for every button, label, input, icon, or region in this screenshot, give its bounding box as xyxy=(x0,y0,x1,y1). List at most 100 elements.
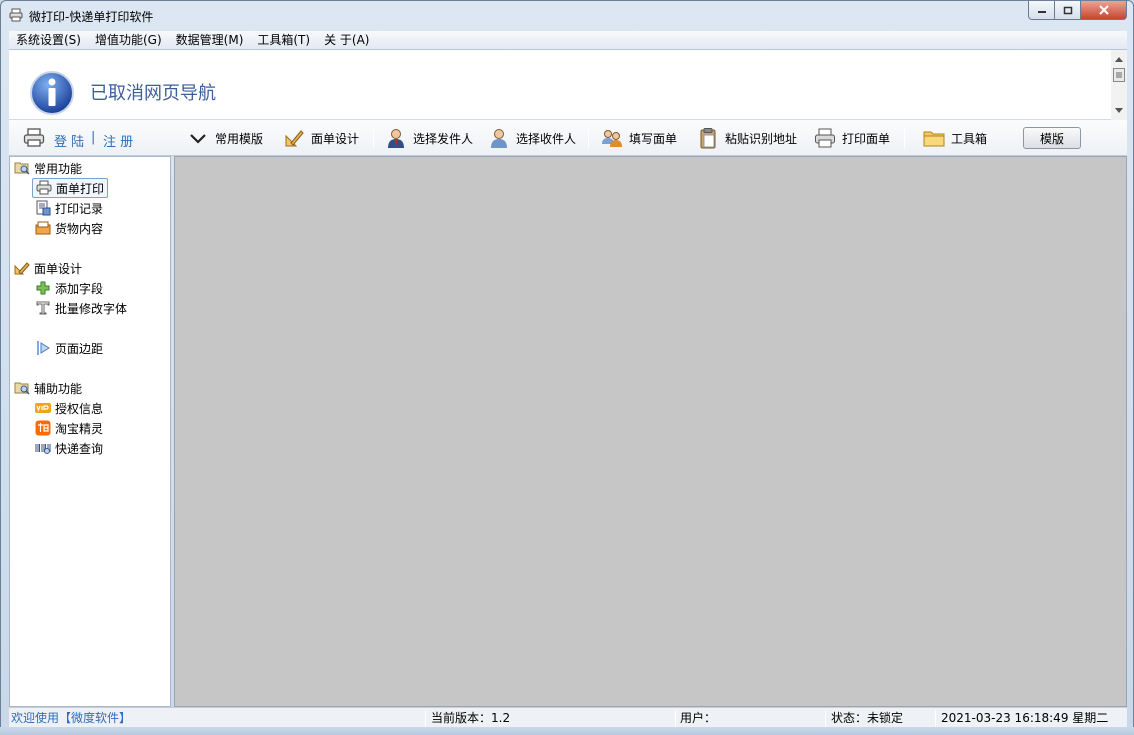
navigation-banner: 已取消网页导航 xyxy=(9,50,1127,120)
goods-icon xyxy=(35,221,51,235)
toolbox-label: 工具箱 xyxy=(951,131,988,146)
printer-icon xyxy=(36,180,52,195)
common-templates-label: 常用模版 xyxy=(215,131,264,146)
records-icon xyxy=(36,200,51,216)
design-button[interactable]: 面单设计 xyxy=(283,126,359,150)
tree-item-label: 货物内容 xyxy=(55,221,104,236)
status-divider xyxy=(675,710,676,727)
close-button[interactable] xyxy=(1081,1,1127,20)
status-divider xyxy=(425,710,426,727)
menu-toolbox[interactable]: 工具箱(T) xyxy=(250,31,317,50)
tree-item-taobao[interactable]: 淘宝精灵 xyxy=(32,418,106,438)
toolbox-button[interactable]: 工具箱 xyxy=(923,126,987,150)
tree-item-label: 页面边距 xyxy=(55,341,104,356)
print-form-label: 打印面单 xyxy=(842,131,891,146)
login-link[interactable]: 登 陆 xyxy=(54,131,84,150)
scroll-down-icon[interactable] xyxy=(1115,108,1123,114)
tree-item-label: 快递查询 xyxy=(55,441,104,456)
info-icon xyxy=(30,71,74,115)
taskbar-strip xyxy=(0,727,1134,735)
fill-form-label: 填写面单 xyxy=(629,131,678,146)
tree-item-print-records[interactable]: 打印记录 xyxy=(32,198,106,218)
title-bar[interactable]: 微打印-快递单打印软件 xyxy=(1,1,1133,31)
scroll-thumb-icon[interactable] xyxy=(1113,68,1125,82)
plus-icon xyxy=(36,281,50,295)
tree-group-auxiliary[interactable]: 辅助功能 xyxy=(14,378,82,398)
tree-group-label: 辅助功能 xyxy=(34,381,83,396)
sender-person-icon xyxy=(388,129,404,148)
scroll-up-icon[interactable] xyxy=(1115,56,1123,62)
folder-search-icon xyxy=(14,162,30,175)
menu-about[interactable]: 关 于(A) xyxy=(317,31,376,50)
status-lock-state: 状态：未锁定 xyxy=(831,711,904,725)
toolbar-divider xyxy=(588,128,589,148)
status-version: 当前版本：1.2 xyxy=(431,711,511,725)
tree-group-common[interactable]: 常用功能 xyxy=(14,158,82,178)
status-datetime: 2021-03-23 16:18:49 星期二 xyxy=(941,711,1109,725)
tree-item-add-field[interactable]: 添加字段 xyxy=(32,278,106,298)
sidebar-tree: 常用功能 面单打印 打印记录 货物内容 面单设计 添加字段 批量修改字体 页面边… xyxy=(9,156,171,707)
printer-icon xyxy=(23,128,45,147)
login-register-separator: | xyxy=(91,130,96,145)
tree-group-label: 面单设计 xyxy=(34,261,83,276)
tree-item-batch-font[interactable]: 批量修改字体 xyxy=(32,298,130,318)
tree-item-label: 打印记录 xyxy=(55,201,104,216)
template-button[interactable]: 模版 xyxy=(1023,127,1081,149)
users-form-icon xyxy=(602,130,622,147)
status-divider xyxy=(935,710,936,727)
status-bar: 欢迎使用【微度软件】 当前版本：1.2 用户： 状态：未锁定 2021-03-2… xyxy=(9,707,1127,728)
register-link[interactable]: 注 册 xyxy=(103,131,133,150)
tree-item-label: 面单打印 xyxy=(56,181,105,196)
tree-item-goods[interactable]: 货物内容 xyxy=(32,218,106,238)
status-welcome: 欢迎使用【微度软件】 xyxy=(11,711,132,725)
tree-item-express-query[interactable]: 快递查询 xyxy=(32,438,106,458)
print-form-button[interactable]: 打印面单 xyxy=(814,126,890,150)
toolbar-divider xyxy=(904,128,905,148)
printer-icon xyxy=(815,128,835,148)
menu-data-management[interactable]: 数据管理(M) xyxy=(169,31,251,50)
paste-address-button[interactable]: 粘贴识别地址 xyxy=(697,126,797,150)
tree-item-print-form[interactable]: 面单打印 xyxy=(32,178,109,198)
minimize-button[interactable] xyxy=(1028,1,1055,20)
paste-address-label: 粘贴识别地址 xyxy=(725,131,798,146)
app-window: 微打印-快递单打印软件 系统设置(S) 增值功能(G) 数据管理(M) 工具箱(… xyxy=(0,0,1134,735)
banner-scrollbar[interactable] xyxy=(1111,50,1127,120)
vip-icon xyxy=(35,403,51,413)
chevron-down-icon xyxy=(190,134,206,144)
receiver-person-icon xyxy=(491,129,507,148)
maximize-button[interactable] xyxy=(1055,1,1081,20)
folder-search-icon xyxy=(14,382,30,395)
font-icon xyxy=(36,301,50,315)
main-workspace[interactable] xyxy=(174,156,1127,707)
minimize-icon xyxy=(1037,11,1046,13)
design-label: 面单设计 xyxy=(311,131,360,146)
fill-form-button[interactable]: 填写面单 xyxy=(601,126,677,150)
design-ruler-icon xyxy=(14,262,30,275)
menu-bar: 系统设置(S) 增值功能(G) 数据管理(M) 工具箱(T) 关 于(A) xyxy=(9,31,1127,50)
taobao-icon xyxy=(35,420,51,436)
tree-item-label: 淘宝精灵 xyxy=(55,421,104,436)
design-ruler-icon xyxy=(285,130,304,147)
menu-value-added[interactable]: 增值功能(G) xyxy=(88,31,169,50)
tree-item-label: 批量修改字体 xyxy=(55,301,128,316)
barcode-icon xyxy=(35,444,51,454)
folder-icon xyxy=(923,131,945,147)
main-toolbar: 登 陆 | 注 册 常用模版 面单设计 选择发件人 选择收件人 填写面单 粘贴识… xyxy=(9,120,1127,156)
status-divider xyxy=(825,710,826,727)
banner-message: 已取消网页导航 xyxy=(90,83,216,104)
select-receiver-button[interactable]: 选择收件人 xyxy=(488,126,576,150)
select-receiver-label: 选择收件人 xyxy=(516,131,577,146)
tree-item-license[interactable]: 授权信息 xyxy=(32,398,106,418)
status-user: 用户： xyxy=(680,711,717,725)
margin-icon xyxy=(37,341,50,355)
common-templates-button[interactable]: 常用模版 xyxy=(187,126,263,150)
tree-group-design[interactable]: 面单设计 xyxy=(14,258,82,278)
tree-item-label: 添加字段 xyxy=(55,281,104,296)
printer-icon xyxy=(9,8,23,22)
maximize-icon xyxy=(1063,6,1072,14)
tree-item-page-margin[interactable]: 页面边距 xyxy=(32,338,106,358)
select-sender-button[interactable]: 选择发件人 xyxy=(385,126,473,150)
clipboard-icon xyxy=(700,128,716,149)
close-icon xyxy=(1098,5,1109,15)
menu-system-settings[interactable]: 系统设置(S) xyxy=(9,31,88,50)
